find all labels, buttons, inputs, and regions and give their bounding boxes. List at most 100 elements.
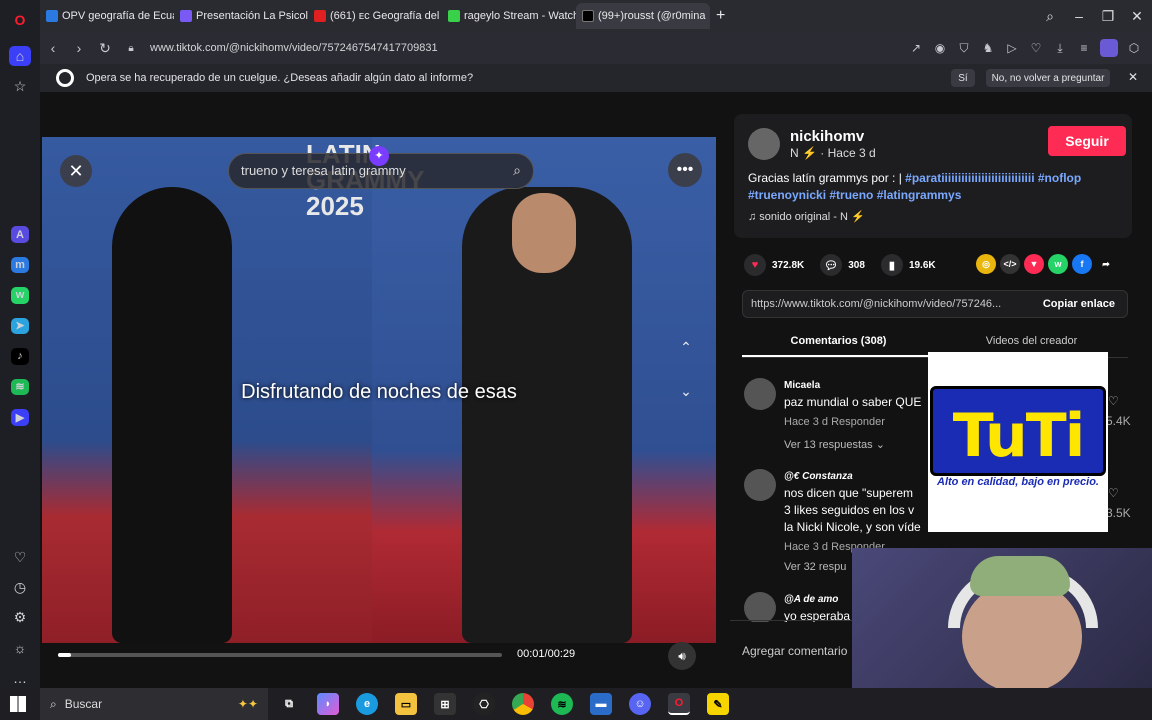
bookmark-icon[interactable]: ▮ [880,254,903,276]
opera-o-icon [56,69,74,87]
pin-icon[interactable]: ☆ [9,76,31,96]
facebook-icon[interactable]: f [1072,254,1092,274]
creator-name[interactable]: nickihomv [790,128,864,145]
comment-avatar[interactable] [744,592,776,622]
tab-5[interactable]: (99+)rousst (@r0mina [576,3,710,29]
tab-2[interactable]: Presentación La Psicologí [174,3,308,29]
heart-icon[interactable]: ♡ [1028,41,1044,55]
chrome-icon[interactable] [512,693,534,715]
comment-avatar[interactable] [744,469,776,501]
video-progress-bar[interactable] [58,653,502,657]
close-video-button[interactable]: ✕ [60,155,92,187]
store-icon[interactable]: ⊞ [434,693,456,715]
search-input[interactable] [241,163,481,178]
bulb-icon[interactable]: ☼ [9,638,31,658]
comment-meta[interactable]: Hace 3 d Responder [784,416,885,428]
minimize-icon[interactable]: – [1064,0,1094,32]
player-icon[interactable]: ▶ [11,409,29,426]
view-replies-link[interactable]: Ver 13 respuestas ⌄ [784,438,885,451]
aria-icon[interactable]: A [11,226,29,243]
tab-label: Presentación La Psicologí [196,10,308,22]
play-icon[interactable]: ▷ [1004,41,1020,55]
video-player[interactable]: LATIN GRAMMY 2025 Disfrutando de noches … [42,137,716,643]
forward-icon[interactable]: › [66,40,92,56]
more-options-button[interactable]: ••• [668,153,702,187]
whatsapp-icon[interactable]: w [11,287,29,304]
sticky-notes-icon[interactable]: ✎ [707,693,729,715]
history-icon[interactable]: ◷ [9,578,31,598]
video-search[interactable]: ⌕ ✦ [228,146,534,189]
creator-avatar[interactable] [748,128,780,160]
sparkle-icon: ✦ [369,146,389,166]
comment-author[interactable]: @A de amo [784,594,838,605]
sound-link[interactable]: ♫ sonido original - N ⚡ [748,210,865,223]
comment-like-icon[interactable]: ♡ [1108,486,1119,500]
comment-author[interactable]: @€ Constanza [784,471,853,482]
add-comment-input[interactable]: Agregar comentario [742,644,847,658]
file-explorer-icon[interactable]: ▭ [395,693,417,715]
volume-icon[interactable]: 🔊︎ [668,642,696,670]
view-replies-link[interactable]: Ver 32 respu [784,561,846,573]
opera-taskbar-icon[interactable]: O [668,693,690,715]
spotify-icon[interactable]: ≋ [11,378,29,396]
settings-icon[interactable]: ⚙ [9,608,31,628]
taskbar-search[interactable]: ⌕ Buscar ✦✦ [40,688,268,720]
comment-avatar[interactable] [744,378,776,410]
spotify-taskbar-icon[interactable]: ≋ [551,693,573,715]
embed-icon[interactable]: </> [1000,254,1020,274]
like-icon[interactable]: ♥ [744,254,766,276]
cube-icon[interactable]: ⬡ [1126,41,1142,55]
messenger-icon[interactable]: m [11,256,29,274]
tab-comments[interactable]: Comentarios (308) [742,328,935,357]
more-icon[interactable]: … [9,668,31,688]
copilot-icon[interactable]: ◗ [317,693,339,715]
dont-ask-button[interactable]: No, no volver a preguntar [986,69,1110,87]
edge-icon[interactable]: e [356,693,378,715]
search-icon: ⌕ [50,696,57,711]
shield-icon[interactable]: ⛉ [956,41,972,56]
url-field[interactable]: www.tiktok.com/@nickihomv/video/75724675… [150,42,438,54]
camera-icon[interactable]: ◉ [932,41,948,55]
comment-icon[interactable]: 💬︎ [820,254,843,276]
tab-3[interactable]: (661) ᴇᴄ Geografía del Ecu [308,3,442,29]
reload-icon[interactable]: ↻ [92,40,118,57]
whatsapp-share-icon[interactable]: w [1048,254,1068,274]
follow-button[interactable]: Seguir [1048,126,1126,156]
video-description: Gracias latín grammys por : | #paratiiii… [748,170,1120,204]
task-view-icon[interactable]: ⧉ [278,693,300,715]
next-video-icon[interactable]: ⌄ [672,377,700,405]
close-window-icon[interactable]: ✕ [1122,0,1152,32]
profile-avatar[interactable] [1100,39,1118,57]
yes-button[interactable]: Sí [951,69,975,87]
coin-icon[interactable]: ◎ [976,254,996,274]
send-icon[interactable]: ▼ [1024,254,1044,274]
copy-link-button[interactable]: Copiar enlace [1043,298,1115,310]
home-icon[interactable]: ⌂ [9,46,31,67]
close-infobar-icon[interactable]: ✕ [1128,70,1138,84]
comment-like-icon[interactable]: ♡ [1108,394,1119,408]
window-icon[interactable]: ▬ [590,693,612,715]
share-link[interactable]: https://www.tiktok.com/@nickihomv/video/… [751,298,1001,310]
previous-video-icon[interactable]: ⌃ [672,333,700,361]
comment-author[interactable]: Micaela [784,380,820,391]
windows-start-icon[interactable] [10,696,26,712]
share-icon[interactable]: ↗ [908,41,924,55]
new-tab-button[interactable]: + [710,3,734,29]
download-icon[interactable]: ⤓ [1052,41,1068,56]
tiktok-icon[interactable]: ♪ [11,348,29,365]
extension-icon[interactable]: ♞ [980,41,996,55]
menu-icon[interactable]: ≡ [1076,41,1092,55]
back-icon[interactable]: ‹ [40,40,66,56]
search-tabs-icon[interactable]: ⌕ [1035,0,1065,32]
comment-item: Micaela paz mundial o saber QUE Hace 3 d… [744,378,944,458]
telegram-icon[interactable]: ➤ [11,317,29,335]
forward-share-icon[interactable]: ➦ [1096,254,1116,274]
tab-1[interactable]: OPV geografía de Ecuador [40,3,174,29]
heart-icon[interactable]: ♡ [9,548,31,568]
search-icon[interactable]: ⌕ [513,162,521,179]
chatgpt-icon[interactable]: ⎔ [473,693,495,715]
opera-logo-icon[interactable]: O [9,10,31,30]
discord-icon[interactable]: ☺ [629,693,651,715]
tab-4[interactable]: rageylo Stream - Watch Li [442,3,576,29]
maximize-icon[interactable]: ❐ [1093,0,1123,32]
